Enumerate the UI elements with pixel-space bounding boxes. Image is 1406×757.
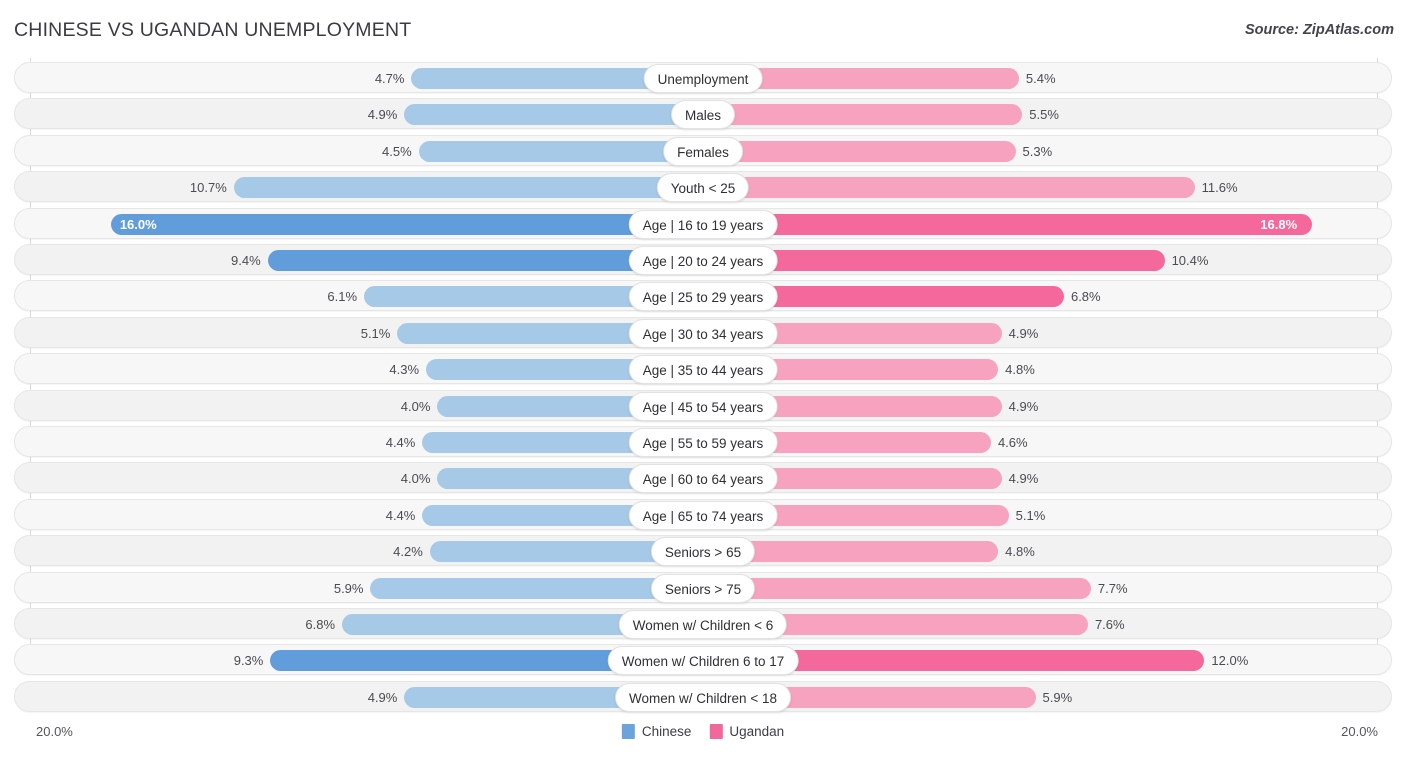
value-label-ugandan: 4.8% [1005, 544, 1035, 560]
table-row[interactable]: 4.7% 5.4% Unemployment [14, 62, 1392, 93]
value-label-chinese: 6.8% [305, 617, 336, 632]
legend-item[interactable]: Chinese [621, 724, 692, 739]
value-label-chinese: 4.9% [367, 689, 398, 705]
value-label-chinese: 4.5% [382, 143, 412, 159]
value-label-chinese: 9.3% [233, 653, 264, 669]
value-label-ugandan: 4.8% [1005, 362, 1035, 378]
category-label[interactable]: Age | 65 to 74 years [628, 500, 778, 530]
category-label[interactable]: Seniors > 65 [650, 537, 756, 567]
value-label-ugandan: 6.8% [1070, 289, 1101, 305]
value-label-chinese: 4.3% [389, 362, 420, 378]
value-label-ugandan: 5.5% [1029, 107, 1059, 123]
table-row[interactable]: 4.0% 4.9% Age | 45 to 54 years [14, 389, 1392, 421]
value-label-chinese: 4.0% [400, 471, 431, 487]
axis-label-left: 20.0% [36, 724, 73, 739]
value-label-ugandan: 4.6% [997, 435, 1028, 450]
value-label-ugandan: 5.3% [1022, 143, 1053, 159]
table-row[interactable]: 6.8% 7.6% Women w/ Children < 6 [14, 608, 1392, 639]
value-label-ugandan: 7.6% [1094, 617, 1125, 632]
value-label-ugandan: 4.9% [1008, 471, 1039, 487]
table-row[interactable]: 5.1% 4.9% Age | 30 to 34 years [14, 316, 1392, 348]
category-label[interactable]: Females [663, 136, 743, 166]
source-attribution: Source: ZipAtlas.com [1244, 22, 1394, 38]
category-label[interactable]: Seniors > 75 [650, 573, 756, 603]
value-label-ugandan: 7.7% [1097, 580, 1128, 596]
table-row[interactable]: 16.0% 16.8% Age | 16 to 19 years [14, 207, 1392, 239]
value-label-ugandan: 4.9% [1008, 325, 1039, 341]
chart-footer: 20.0% 20.0% Chinese Ugandan [0, 718, 1406, 757]
value-label-ugandan: 16.8% [1260, 216, 1298, 232]
value-label-chinese: 4.7% [374, 71, 405, 86]
table-row[interactable]: 10.7% 11.6% Youth < 25 [14, 171, 1392, 203]
bar-ugandan[interactable] [704, 104, 1023, 126]
category-label[interactable]: Males [670, 100, 736, 130]
table-row[interactable]: 4.3% 4.8% Age | 35 to 44 years [14, 353, 1392, 385]
value-label-ugandan: 5.4% [1025, 71, 1056, 86]
table-row[interactable]: 4.0% 4.9% Age | 60 to 64 years [14, 462, 1392, 494]
category-label[interactable]: Women w/ Children 6 to 17 [607, 646, 799, 676]
category-label[interactable]: Age | 25 to 29 years [628, 282, 778, 312]
page-title: CHINESE VS UGANDAN UNEMPLOYMENT [14, 19, 412, 41]
bar-ugandan[interactable] [704, 140, 1016, 162]
value-label-chinese: 5.1% [360, 325, 391, 341]
table-row[interactable]: 4.2% 4.8% Seniors > 65 [14, 535, 1392, 567]
chart-header: CHINESE VS UGANDAN UNEMPLOYMENT Source: … [0, 0, 1406, 58]
table-row[interactable]: 4.9% 5.5% Males [14, 98, 1392, 130]
table-row[interactable]: 4.5% 5.3% Females [14, 134, 1392, 166]
category-label[interactable]: Age | 16 to 19 years [628, 209, 778, 239]
value-label-chinese: 5.9% [333, 580, 364, 596]
category-label[interactable]: Age | 30 to 34 years [628, 318, 778, 348]
value-label-chinese: 6.1% [327, 289, 358, 305]
legend-label: Chinese [641, 724, 692, 739]
category-label[interactable]: Youth < 25 [656, 173, 750, 203]
category-label[interactable]: Age | 60 to 64 years [628, 464, 778, 494]
value-label-chinese: 4.0% [400, 398, 431, 414]
table-row[interactable]: 5.9% 7.7% Seniors > 75 [14, 571, 1392, 603]
value-label-chinese: 10.7% [189, 180, 227, 196]
table-row[interactable]: 6.1% 6.8% Age | 25 to 29 years [14, 280, 1392, 312]
category-label[interactable]: Age | 45 to 54 years [628, 391, 778, 421]
category-label[interactable]: Women w/ Children < 6 [618, 610, 788, 639]
legend-label: Ugandan [729, 724, 785, 739]
value-label-ugandan: 5.9% [1042, 689, 1073, 705]
value-label-ugandan: 5.1% [1015, 507, 1046, 523]
chart-plot-area: 4.7% 5.4% Unemployment 4.9% 5.5% Males 4.5% 5.3… [0, 58, 1406, 718]
value-label-chinese: 4.4% [385, 507, 416, 523]
value-label-chinese: 16.0% [119, 216, 157, 232]
category-label[interactable]: Age | 20 to 24 years [628, 246, 778, 275]
value-label-chinese: 4.9% [367, 107, 398, 123]
chart-legend: Chinese Ugandan [621, 724, 784, 739]
table-row[interactable]: 4.9% 5.9% Women w/ Children < 18 [14, 680, 1392, 712]
category-label[interactable]: Women w/ Children < 18 [615, 682, 791, 712]
axis-label-right: 20.0% [1341, 724, 1378, 739]
table-row[interactable]: 9.4% 10.4% Age | 20 to 24 years [14, 244, 1392, 275]
value-label-chinese: 4.2% [393, 544, 423, 560]
chart-page: CHINESE VS UGANDAN UNEMPLOYMENT Source: … [0, 0, 1406, 757]
bar-chinese[interactable] [404, 104, 702, 126]
bar-ugandan[interactable] [704, 577, 1091, 599]
bar-ugandan[interactable] [704, 177, 1195, 199]
table-row[interactable]: 4.4% 5.1% Age | 65 to 74 years [14, 498, 1392, 530]
table-row[interactable]: 9.3% 12.0% Women w/ Children 6 to 17 [14, 644, 1392, 676]
value-label-ugandan: 11.6% [1201, 180, 1238, 196]
bar-chinese[interactable] [110, 213, 702, 235]
value-label-ugandan: 12.0% [1211, 653, 1249, 669]
legend-swatch-icon [621, 724, 635, 739]
bar-chinese[interactable] [418, 140, 702, 162]
value-label-ugandan: 4.9% [1008, 398, 1039, 414]
table-row[interactable]: 4.4% 4.6% Age | 55 to 59 years [14, 426, 1392, 457]
value-label-chinese: 9.4% [231, 253, 261, 268]
legend-item[interactable]: Ugandan [709, 724, 784, 739]
value-label-ugandan: 10.4% [1171, 253, 1209, 268]
legend-swatch-icon [709, 724, 723, 739]
category-label[interactable]: Age | 35 to 44 years [628, 355, 778, 385]
bar-ugandan[interactable] [704, 213, 1313, 235]
bar-chinese[interactable] [233, 177, 702, 199]
value-label-chinese: 4.4% [385, 435, 416, 450]
category-label[interactable]: Unemployment [643, 64, 763, 93]
category-label[interactable]: Age | 55 to 59 years [628, 428, 778, 457]
